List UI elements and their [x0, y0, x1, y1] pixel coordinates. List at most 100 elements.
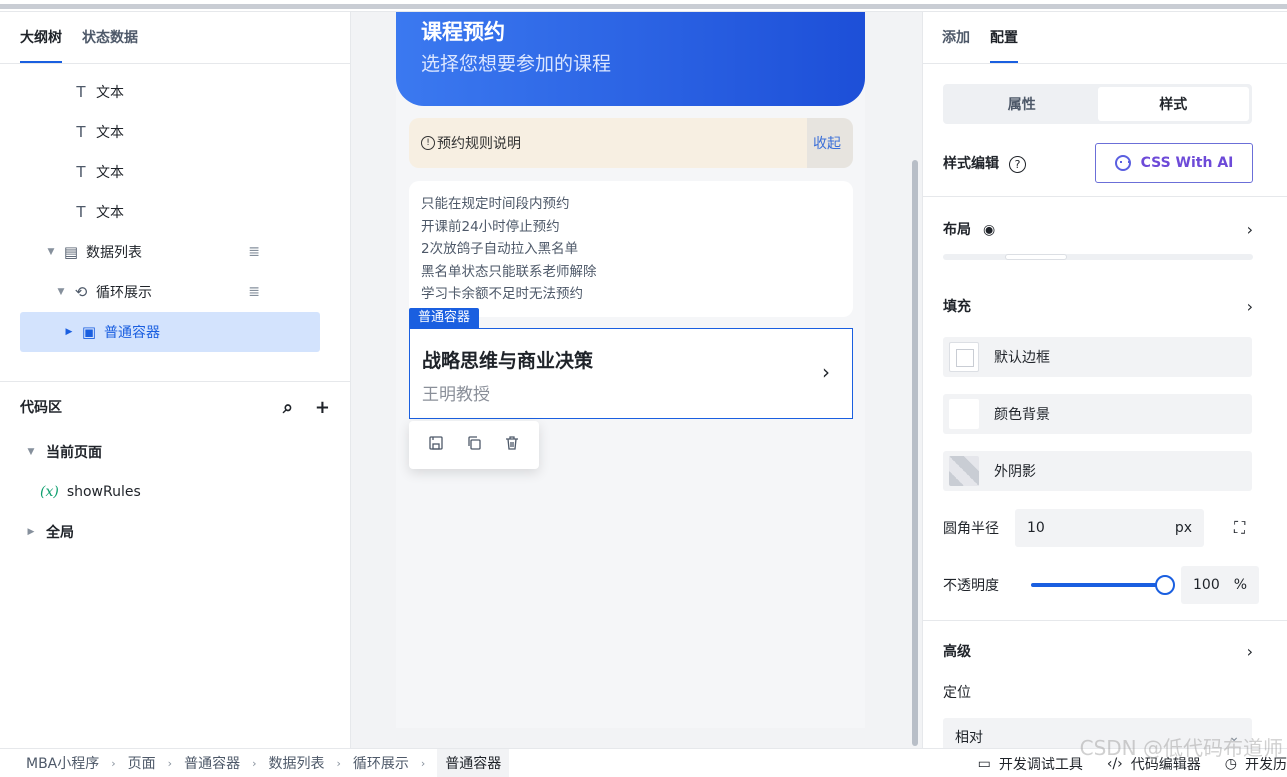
save-icon[interactable] — [428, 435, 444, 455]
notice-text: 预约规则说明 — [437, 136, 521, 152]
opacity-input[interactable]: 100 % — [1181, 566, 1259, 604]
radius-input[interactable]: 10 px — [1015, 509, 1204, 547]
tree-item-loop[interactable]: ▼ ⟲ 循环展示 ≣ — [0, 272, 350, 312]
tree-item-label: 普通容器 — [104, 325, 160, 341]
caret-down-icon[interactable]: ▼ — [56, 287, 66, 297]
css-with-ai-button[interactable]: CSS With AI — [1095, 143, 1253, 183]
slider-knob[interactable] — [1155, 575, 1175, 595]
fill-item-label: 颜色背景 — [994, 407, 1050, 423]
chevron-right-icon: › — [1246, 219, 1253, 239]
history-label: 开发历 — [1245, 756, 1287, 773]
expand-corners-icon[interactable]: ⛶ — [1234, 518, 1245, 538]
selected-component-tag: 普通容器 — [409, 308, 480, 328]
rule-item: 黑名单状态只能联系老师解除 — [421, 263, 597, 280]
loop-icon: ⟲ — [74, 283, 88, 301]
shadow-swatch-icon — [949, 456, 979, 486]
history-icon: ◷ — [1224, 755, 1237, 772]
code-variable-item[interactable]: (x) showRules — [0, 472, 350, 512]
tree-item-label: 文本 — [96, 165, 124, 181]
layout-text: 布局 — [943, 222, 971, 238]
code-icon: ‹/› — [1106, 755, 1123, 772]
chevron-right-icon: › — [822, 360, 830, 384]
segment-style[interactable]: 样式 — [1097, 87, 1249, 121]
code-group-current-page[interactable]: ▼ 当前页面 — [0, 432, 350, 472]
opacity-row: 不透明度 100 % — [943, 565, 1263, 605]
left-tabs: 大纲树 状态数据 — [0, 12, 350, 64]
tree-item-text[interactable]: T 文本 — [0, 152, 350, 192]
eye-icon[interactable]: ◉ — [983, 222, 995, 238]
fill-item-shadow[interactable]: 外阴影 — [943, 451, 1252, 491]
collapse-link[interactable]: 收起 — [813, 133, 841, 153]
hero-title: 课程预约 — [421, 20, 505, 44]
caret-right-icon[interactable]: ▶ — [26, 527, 36, 537]
tab-add[interactable]: 添加 — [942, 27, 970, 63]
advanced-section-header[interactable]: 高级 › — [943, 639, 1253, 663]
canvas-scrollbar[interactable] — [912, 160, 918, 746]
layout-section-header[interactable]: 布局 ◉ › — [943, 217, 1253, 241]
course-card[interactable]: 战略思维与商业决策 王明教授 › — [409, 328, 853, 419]
code-group-global[interactable]: ▶ 全局 — [0, 512, 350, 552]
chevron-down-icon: ⌄ — [1228, 729, 1240, 745]
chevron-right-icon: › — [252, 756, 257, 770]
tree-item-container[interactable]: ▶ ▣ 普通容器 — [20, 312, 320, 352]
bottom-tools: ▭ 开发调试工具 ‹/› 代码编辑器 ◷ 开发历 — [978, 749, 1287, 777]
code-editor-label: 代码编辑器 — [1130, 756, 1201, 773]
copy-icon[interactable] — [466, 435, 482, 455]
component-toolbar — [409, 421, 539, 469]
breadcrumb-item[interactable]: 页面 — [128, 749, 156, 777]
delete-icon[interactable] — [504, 435, 520, 455]
scroll-thumb[interactable] — [1005, 254, 1067, 260]
style-edit-row: 样式编辑? CSS With AI — [943, 143, 1253, 183]
right-panel: 添加 配置 属性 样式 样式编辑? CSS With AI 布局 ◉ › 填充 ›… — [922, 12, 1287, 756]
position-label: 定位 — [943, 685, 971, 701]
database-icon: ≣ — [248, 244, 260, 260]
tree-item-text[interactable]: T 文本 — [0, 112, 350, 152]
breadcrumb-item[interactable]: 循环展示 — [353, 749, 409, 777]
course-teacher: 王明教授 — [422, 385, 490, 405]
tree-item-data-list[interactable]: ▼ ▤ 数据列表 ≣ — [0, 232, 350, 272]
segment-properties[interactable]: 属性 — [946, 87, 1098, 121]
chevron-right-icon: › — [167, 756, 173, 770]
tab-state-data[interactable]: 状态数据 — [82, 27, 138, 63]
fill-item-default-border[interactable]: 默认边框 — [943, 337, 1252, 377]
fill-item-color-background[interactable]: 颜色背景 — [943, 394, 1252, 434]
fill-section-header[interactable]: 填充 › — [943, 294, 1253, 318]
monitor-icon: ▭ — [977, 755, 991, 772]
fill-label: 填充 — [943, 299, 971, 315]
opacity-slider[interactable] — [1031, 575, 1175, 595]
tab-config[interactable]: 配置 — [990, 27, 1018, 63]
left-panel: 大纲树 状态数据 T 文本 T 文本 T 文本 T 文本 ▼ ▤ 数据列表 ≣ … — [0, 12, 351, 748]
dev-tools-button[interactable]: ▭ 开发调试工具 — [978, 754, 1083, 774]
rule-item: 学习卡余额不足时无法预约 — [421, 286, 583, 302]
course-title: 战略思维与商业决策 — [422, 350, 594, 372]
help-icon[interactable]: ? — [1009, 156, 1026, 173]
caret-down-icon[interactable]: ▼ — [46, 247, 56, 257]
layout-scrollbar[interactable] — [943, 254, 1253, 260]
tree-item-text[interactable]: T 文本 — [0, 72, 350, 112]
tree-item-text[interactable]: T 文本 — [0, 192, 350, 232]
opacity-label: 不透明度 — [943, 578, 999, 594]
caret-right-icon[interactable]: ▶ — [64, 327, 74, 337]
rule-item: 只能在规定时间段内预约 — [421, 196, 570, 212]
opacity-unit: % — [1233, 577, 1247, 593]
property-style-switch: 属性 样式 — [943, 84, 1252, 124]
breadcrumb-item[interactable]: 数据列表 — [268, 749, 324, 777]
layout-label: 布局 ◉ — [943, 219, 995, 239]
history-button[interactable]: ◷ 开发历 — [1225, 754, 1287, 774]
rules-list[interactable]: 只能在规定时间段内预约 开课前24小时停止预约 2次放鸽子自动拉入黑名单 黑名单… — [409, 181, 853, 317]
code-editor-button[interactable]: ‹/› 代码编辑器 — [1107, 754, 1201, 774]
rules-notice[interactable]: ! 预约规则说明 收起 — [409, 118, 853, 168]
breadcrumb-item[interactable]: MBA小程序 — [26, 749, 99, 777]
breadcrumb-current[interactable]: 普通容器 — [437, 749, 510, 777]
chevron-right-icon: › — [420, 756, 426, 770]
breadcrumb-item[interactable]: 普通容器 — [184, 749, 240, 777]
tab-outline-tree[interactable]: 大纲树 — [20, 27, 62, 63]
variable-icon: (x) — [40, 484, 59, 500]
dev-tools-label: 开发调试工具 — [998, 756, 1083, 773]
plus-icon[interactable]: + — [315, 397, 330, 418]
hero-banner[interactable]: 课程预约 选择您想要参加的课程 — [396, 12, 865, 106]
radius-unit: px — [1174, 520, 1192, 536]
caret-down-icon[interactable]: ▼ — [26, 447, 36, 457]
tree-item-label: 循环展示 — [96, 285, 152, 301]
search-icon[interactable]: ⌕ — [283, 397, 293, 418]
